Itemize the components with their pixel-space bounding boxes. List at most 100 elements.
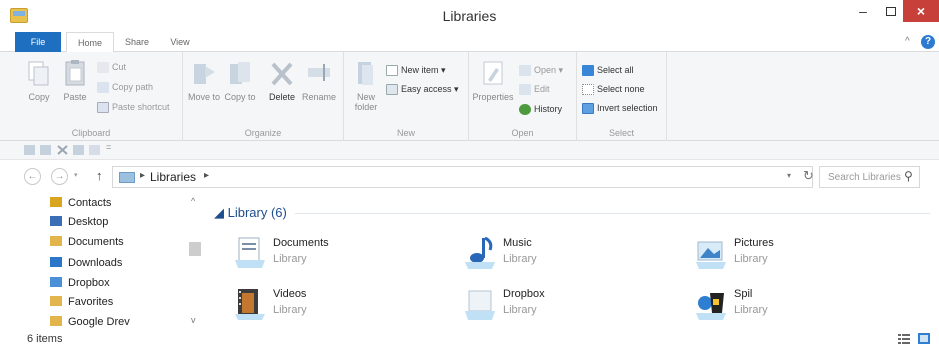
qat-customize-icon[interactable]: = bbox=[106, 142, 111, 152]
edit-button[interactable]: Edit bbox=[519, 82, 550, 96]
breadcrumb-separator[interactable]: ▸ bbox=[204, 170, 209, 181]
large-icons-view-icon[interactable] bbox=[918, 333, 930, 344]
refresh-icon[interactable]: ↻ bbox=[803, 168, 814, 184]
paste-button[interactable]: Paste bbox=[56, 58, 94, 102]
move-to-button[interactable]: Move to bbox=[185, 58, 223, 102]
invert-selection-button[interactable]: Invert selection bbox=[582, 101, 658, 115]
nav-item-label: Dropbox bbox=[68, 277, 110, 289]
select-none-icon bbox=[582, 84, 594, 96]
recent-locations-icon[interactable]: ▾ bbox=[74, 171, 78, 179]
help-icon[interactable]: ? bbox=[921, 35, 935, 49]
history-icon bbox=[519, 104, 531, 116]
up-button[interactable]: ↑ bbox=[96, 168, 103, 183]
details-view-icon[interactable] bbox=[898, 333, 910, 344]
copy-path-button[interactable]: Copy path bbox=[97, 80, 153, 94]
properties-button[interactable]: Properties bbox=[471, 58, 515, 102]
tab-home[interactable]: Home bbox=[66, 32, 114, 53]
breadcrumb-libraries[interactable]: Libraries bbox=[150, 170, 196, 184]
library-item-documents[interactable]: Documents Library bbox=[233, 234, 433, 274]
easy-access-button[interactable]: Easy access ▾ bbox=[386, 82, 459, 96]
tab-file[interactable]: File bbox=[15, 32, 61, 52]
minimize-button[interactable]: – bbox=[848, 0, 878, 22]
copy-icon bbox=[28, 61, 49, 86]
library-item-spil[interactable]: Spil Library bbox=[694, 285, 894, 325]
qat-undo-icon[interactable] bbox=[89, 145, 100, 155]
library-group-header[interactable]: ◢ Library (6) bbox=[214, 205, 287, 221]
copy-path-icon bbox=[97, 82, 109, 94]
history-button[interactable]: History bbox=[519, 102, 562, 116]
copy-button[interactable]: Copy bbox=[20, 58, 58, 102]
scrollbar-thumb[interactable] bbox=[189, 242, 201, 256]
library-type: Library bbox=[503, 253, 537, 265]
qat-properties-icon[interactable] bbox=[24, 145, 35, 155]
paste-shortcut-button[interactable]: Paste shortcut bbox=[97, 100, 170, 114]
forward-button[interactable]: → bbox=[51, 168, 68, 185]
dropbox-folder-icon bbox=[50, 277, 62, 287]
nav-item-documents[interactable]: Documents bbox=[50, 233, 124, 251]
address-dropdown-icon[interactable]: ▾ bbox=[787, 171, 791, 180]
scroll-down-icon[interactable]: v bbox=[191, 315, 196, 325]
search-box[interactable]: Search Libraries ⚲ bbox=[819, 166, 920, 188]
history-label: History bbox=[534, 104, 563, 114]
nav-item-label: Contacts bbox=[68, 197, 112, 209]
back-button[interactable]: ← bbox=[24, 168, 41, 185]
close-button[interactable]: × bbox=[903, 0, 939, 22]
downloads-folder-icon bbox=[50, 257, 62, 267]
nav-item-favorites[interactable]: Favorites bbox=[50, 293, 113, 311]
nav-item-contacts[interactable]: Contacts bbox=[50, 194, 111, 212]
collapse-ribbon-icon[interactable]: ^ bbox=[905, 36, 910, 47]
music-library-icon bbox=[465, 236, 495, 269]
library-type: Library bbox=[273, 304, 307, 316]
address-bar[interactable]: ▸ Libraries ▸ ▾ ↻ bbox=[112, 166, 814, 188]
open-group: Properties Open ▾ Edit History Open bbox=[469, 52, 577, 141]
rename-label: Rename bbox=[301, 92, 337, 102]
select-none-label: Select none bbox=[597, 84, 645, 94]
qat-delete-icon[interactable] bbox=[57, 145, 68, 155]
paste-shortcut-label: Paste shortcut bbox=[112, 102, 170, 112]
maximize-button[interactable] bbox=[876, 0, 906, 22]
select-none-button[interactable]: Select none bbox=[582, 82, 645, 96]
new-item-button[interactable]: New item ▾ bbox=[386, 63, 446, 77]
qat-new-folder-icon[interactable] bbox=[40, 145, 51, 155]
library-item-dropbox[interactable]: Dropbox Library bbox=[463, 285, 663, 325]
library-name: Documents bbox=[273, 237, 329, 249]
library-item-pictures[interactable]: Pictures Library bbox=[694, 234, 894, 274]
invert-selection-label: Invert selection bbox=[597, 103, 658, 113]
nav-item-downloads[interactable]: Downloads bbox=[50, 254, 122, 272]
qat-rename-icon[interactable] bbox=[73, 145, 84, 155]
library-name: Pictures bbox=[734, 237, 774, 249]
status-bar: 6 items bbox=[0, 330, 939, 348]
tab-share[interactable]: Share bbox=[117, 32, 157, 52]
rename-icon bbox=[308, 64, 330, 81]
nav-item-label: Desktop bbox=[68, 216, 109, 228]
library-item-videos[interactable]: Videos Library bbox=[233, 285, 433, 325]
new-folder-label: New folder bbox=[354, 92, 378, 112]
cut-button[interactable]: Cut bbox=[97, 60, 126, 74]
ribbon: Copy Paste Cut Copy path Paste shortcut … bbox=[0, 52, 939, 141]
search-icon[interactable]: ⚲ bbox=[904, 169, 913, 183]
open-label: Open ▾ bbox=[534, 65, 564, 75]
nav-item-desktop[interactable]: Desktop bbox=[50, 213, 108, 231]
tab-view[interactable]: View bbox=[160, 32, 200, 52]
library-type: Library bbox=[734, 253, 768, 265]
nav-item-google-drev[interactable]: Google Drev bbox=[50, 313, 130, 331]
item-count: 6 items bbox=[27, 333, 63, 345]
delete-button[interactable]: Delete bbox=[263, 58, 301, 102]
breadcrumb-separator[interactable]: ▸ bbox=[140, 170, 145, 181]
window-title: Libraries bbox=[442, 8, 497, 24]
scroll-up-icon[interactable]: ^ bbox=[191, 196, 195, 206]
open-group-label: Open bbox=[511, 128, 534, 138]
select-all-button[interactable]: Select all bbox=[582, 63, 634, 77]
copy-to-icon bbox=[230, 62, 250, 84]
new-item-icon bbox=[386, 65, 398, 77]
open-button[interactable]: Open ▾ bbox=[519, 63, 563, 77]
library-name: Music bbox=[503, 237, 532, 249]
dropbox-library-icon bbox=[465, 290, 495, 320]
copy-to-button[interactable]: Copy to bbox=[221, 58, 259, 102]
clipboard-group: Copy Paste Cut Copy path Paste shortcut … bbox=[0, 52, 183, 141]
edit-label: Edit bbox=[534, 84, 550, 94]
rename-button[interactable]: Rename bbox=[300, 58, 338, 102]
nav-item-dropbox[interactable]: Dropbox bbox=[50, 274, 110, 292]
new-folder-button[interactable]: New folder bbox=[347, 58, 385, 112]
library-item-music[interactable]: Music Library bbox=[463, 234, 663, 274]
